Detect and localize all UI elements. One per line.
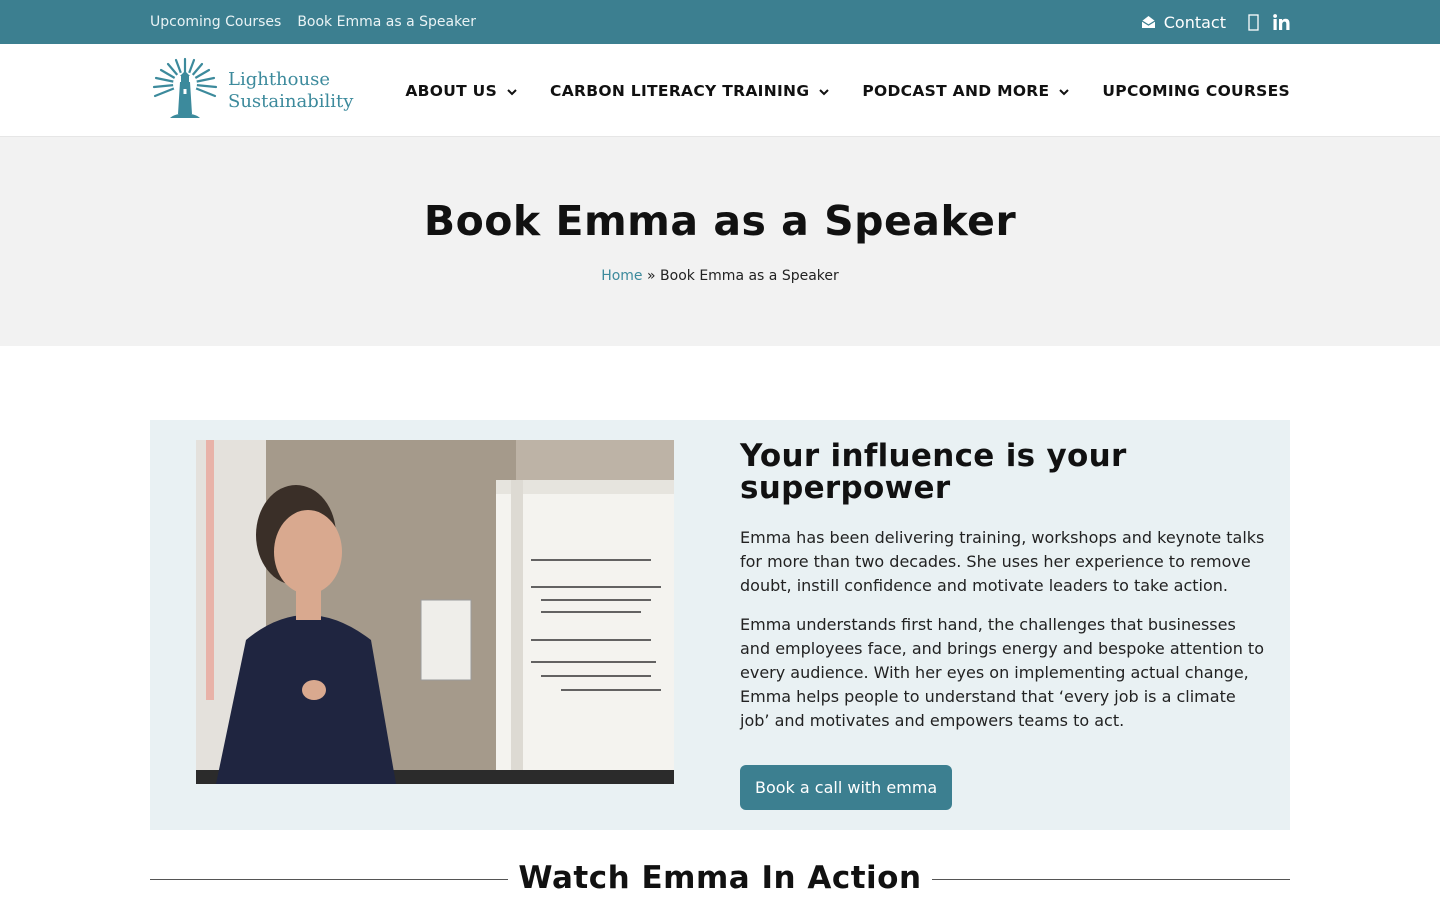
nav-item-about-us[interactable]: ABOUT US xyxy=(405,82,517,100)
site-logo[interactable]: Lighthouse Sustainability xyxy=(152,56,353,126)
top-bar-links: Upcoming Courses Book Emma as a Speaker xyxy=(150,0,476,44)
facebook-icon[interactable] xyxy=(1248,13,1259,31)
chevron-down-icon xyxy=(819,82,830,100)
nav-label: PODCAST AND MORE xyxy=(862,81,1050,100)
book-call-button[interactable]: Book a call with emma xyxy=(740,765,953,810)
breadcrumb-home-link[interactable]: Home xyxy=(601,268,642,284)
nav-label: CARBON LITERACY TRAINING xyxy=(550,81,810,100)
logo-line-2: Sustainability xyxy=(228,91,354,112)
nav-item-upcoming-courses[interactable]: UPCOMING COURSES xyxy=(1102,82,1290,100)
main-nav: ABOUT US CARBON LITERACY TRAINING PODCAS… xyxy=(405,44,1290,137)
paragraph-1: Emma has been delivering training, works… xyxy=(740,528,1265,595)
paragraph-2: Emma understands first hand, the challen… xyxy=(740,615,1264,730)
chevron-down-icon xyxy=(1059,82,1070,100)
speaker-text: Your influence is your superpower Emma h… xyxy=(740,440,1270,733)
section-heading: Your influence is your superpower xyxy=(740,438,1127,506)
logo-line-1: Lighthouse xyxy=(228,69,330,90)
page-hero: Book Emma as a Speaker Home » Book Emma … xyxy=(0,137,1440,346)
top-bar-right: Contact xyxy=(1141,0,1290,44)
envelope-icon xyxy=(1141,15,1156,29)
social-links xyxy=(1248,13,1290,31)
speaker-photo xyxy=(196,440,674,784)
nav-item-carbon-literacy-training[interactable]: CARBON LITERACY TRAINING xyxy=(550,81,830,100)
speaker-card: Your influence is your superpower Emma h… xyxy=(150,420,1290,830)
lighthouse-logo-icon xyxy=(152,56,218,126)
watch-heading-text: Watch Emma In Action xyxy=(508,860,932,896)
breadcrumb-current: Book Emma as a Speaker xyxy=(660,268,839,284)
top-bar: Upcoming Courses Book Emma as a Speaker … xyxy=(0,0,1440,44)
site-header: Lighthouse Sustainability ABOUT US CARBO… xyxy=(0,44,1440,137)
contact-link[interactable]: Contact xyxy=(1141,13,1226,32)
page-title: Book Emma as a Speaker xyxy=(423,197,1017,245)
watch-section: Watch Emma In Action xyxy=(150,860,1290,900)
nav-label: ABOUT US xyxy=(405,81,498,100)
breadcrumb: Home » Book Emma as a Speaker xyxy=(0,268,1440,284)
nav-item-podcast-and-more[interactable]: PODCAST AND MORE xyxy=(862,81,1070,100)
watch-heading: Watch Emma In Action xyxy=(150,860,1290,896)
top-link-upcoming-courses[interactable]: Upcoming Courses xyxy=(150,14,281,30)
breadcrumb-separator: » xyxy=(647,268,656,284)
nav-label: UPCOMING COURSES xyxy=(1102,81,1290,100)
contact-label: Contact xyxy=(1163,12,1226,32)
chevron-down-icon xyxy=(507,82,517,100)
top-link-book-speaker[interactable]: Book Emma as a Speaker xyxy=(297,14,476,30)
linkedin-icon[interactable] xyxy=(1273,14,1290,30)
logo-text: Lighthouse Sustainability xyxy=(228,69,353,113)
